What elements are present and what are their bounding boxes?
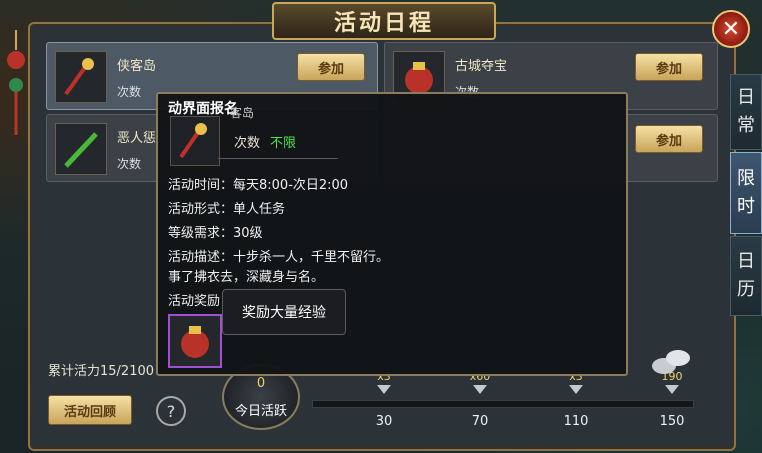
close-button[interactable]: ✕ (712, 10, 750, 48)
today-activity-label: 今日活跃 (234, 404, 287, 419)
popup-count: 次数 不限 (234, 132, 296, 151)
activity-name: 恶人惩 (117, 131, 157, 146)
lantern-staff-icon (55, 51, 107, 103)
popup-header: 动界面报名 (168, 101, 238, 117)
today-activity-value: 0 (256, 376, 266, 391)
divider (218, 158, 338, 159)
join-button[interactable]: 参加 (635, 53, 703, 81)
tab-daily[interactable]: 日 常 (730, 74, 762, 150)
activity-times-label: 次数 (117, 157, 142, 171)
popup-activity-name: 客岛 (230, 106, 255, 120)
help-button[interactable]: ? (156, 396, 186, 426)
cumulative-vitality: 累计活力15/2100 (48, 364, 155, 379)
lantern-staff-icon (170, 116, 220, 166)
tab-char: 日 (737, 251, 755, 272)
chevron-down-icon (569, 385, 583, 394)
jade-sword-icon (55, 123, 107, 175)
join-button[interactable]: 参加 (297, 53, 365, 81)
activity-name: 古城夺宝 (455, 59, 508, 74)
info-form: 活动形式：单人任务 (168, 202, 286, 217)
silver-ingot-icon (652, 350, 690, 374)
tab-char: 常 (737, 115, 755, 136)
activity-name: 侠客岛 (117, 59, 157, 74)
info-time: 活动时间：每天8:00-次日2:00 (168, 178, 349, 193)
milestone-value: 150 (659, 414, 685, 429)
popup-count-value: 不限 (270, 136, 297, 151)
info-reward-label: 活动奖励 (168, 294, 221, 309)
milestone-value: 30 (375, 414, 393, 429)
tab-char: 限 (737, 168, 755, 189)
tab-limited[interactable]: 限 时 (730, 152, 762, 234)
activity-review-button[interactable]: 活动回顾 (48, 395, 132, 425)
tab-char: 历 (737, 279, 755, 300)
popup-count-label: 次数 (234, 136, 261, 151)
reward-tooltip: 奖励大量经验 (222, 289, 346, 335)
info-desc-1: 活动描述：十步杀一人，千里不留行。 (168, 250, 390, 265)
help-icon: ? (166, 401, 176, 421)
window-title-text: 活动日程 (333, 11, 434, 36)
reward-item-icon[interactable] (168, 314, 222, 368)
activity-times-label: 次数 (117, 85, 142, 99)
tab-char: 日 (737, 87, 755, 108)
milestone-value: 70 (471, 414, 489, 429)
chevron-down-icon (377, 385, 391, 394)
chevron-down-icon (665, 385, 679, 394)
join-button[interactable]: 参加 (635, 125, 703, 153)
activity-progress-bar (312, 400, 694, 408)
window-title: 活动日程 (272, 2, 496, 40)
close-icon: ✕ (721, 16, 741, 42)
info-level: 等级需求：30级 (168, 226, 263, 241)
milestone-value: 110 (563, 414, 589, 429)
tab-calendar[interactable]: 日 历 (730, 236, 762, 316)
chevron-down-icon (473, 385, 487, 394)
hanging-ornament-icon (7, 30, 25, 135)
tab-char: 时 (737, 196, 755, 217)
info-desc-2: 事了拂衣去，深藏身与名。 (168, 270, 325, 285)
